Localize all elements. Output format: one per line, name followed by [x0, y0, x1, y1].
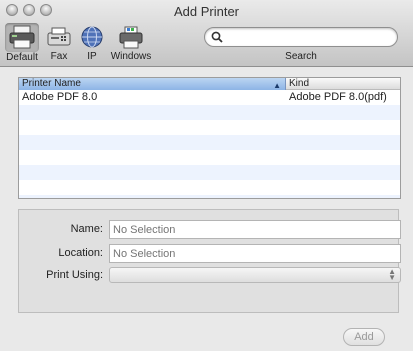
table-rows: Adobe PDF 8.0 Adobe PDF 8.0(pdf) — [19, 90, 400, 198]
column-header-printer-name[interactable]: Printer Name ▲ — [19, 78, 286, 90]
default-printer-icon — [9, 25, 35, 49]
column-header-kind[interactable]: Kind — [286, 78, 400, 90]
windows-printer-icon — [119, 26, 143, 49]
toolbar-windows-button[interactable]: Windows — [110, 23, 152, 62]
search-field[interactable] — [204, 27, 398, 47]
table-row-empty — [19, 105, 400, 120]
stepper-arrows-icon: ▲ ▼ — [388, 267, 396, 282]
search-label: Search — [285, 51, 317, 62]
table-row-empty — [19, 165, 400, 180]
add-printer-window: Add Printer Default Fax IP Windows Searc… — [0, 0, 413, 351]
fax-icon — [47, 27, 71, 46]
table-row-empty — [19, 180, 400, 195]
column-header-printer-name-label: Printer Name — [22, 78, 81, 89]
location-field[interactable] — [109, 244, 401, 263]
toolbar-fax-label: Fax — [50, 51, 68, 62]
title-bar: Add Printer — [0, 0, 413, 24]
print-using-label: Print Using: — [46, 269, 103, 281]
toolbar-default-label: Default — [6, 52, 38, 63]
ip-globe-icon — [81, 26, 103, 48]
table-row-empty — [19, 135, 400, 150]
toolbar-ip-button[interactable]: IP — [78, 23, 106, 62]
print-using-select[interactable]: ▲ ▼ — [109, 267, 401, 283]
printer-kind-cell: Adobe PDF 8.0(pdf) — [289, 91, 387, 103]
window-title: Add Printer — [173, 4, 240, 19]
column-header-kind-label: Kind — [289, 78, 310, 89]
table-header: Printer Name ▲ Kind — [19, 78, 400, 90]
toolbar-fax-button[interactable]: Fax — [44, 23, 74, 62]
toolbar-windows-label: Windows — [110, 51, 152, 62]
name-field[interactable] — [109, 220, 401, 239]
name-label: Name: — [70, 223, 103, 235]
table-row[interactable]: Adobe PDF 8.0 Adobe PDF 8.0(pdf) — [19, 90, 400, 105]
toolbar-ip-label: IP — [87, 51, 97, 62]
table-row-empty — [19, 150, 400, 165]
toolbar-default-button[interactable]: Default — [3, 23, 41, 63]
printer-table: Printer Name ▲ Kind Adobe PDF 8.0 Adobe … — [18, 77, 401, 199]
add-button[interactable]: Add — [343, 328, 385, 346]
printer-name-cell: Adobe PDF 8.0 — [22, 91, 98, 103]
table-row-empty — [19, 195, 400, 198]
printer-details-panel: Name: Location: Print Using: ▲▼ — [18, 209, 401, 313]
search-input[interactable] — [227, 30, 391, 46]
table-row-empty — [19, 120, 400, 135]
location-label: Location: — [58, 247, 103, 259]
search-icon — [211, 31, 223, 43]
